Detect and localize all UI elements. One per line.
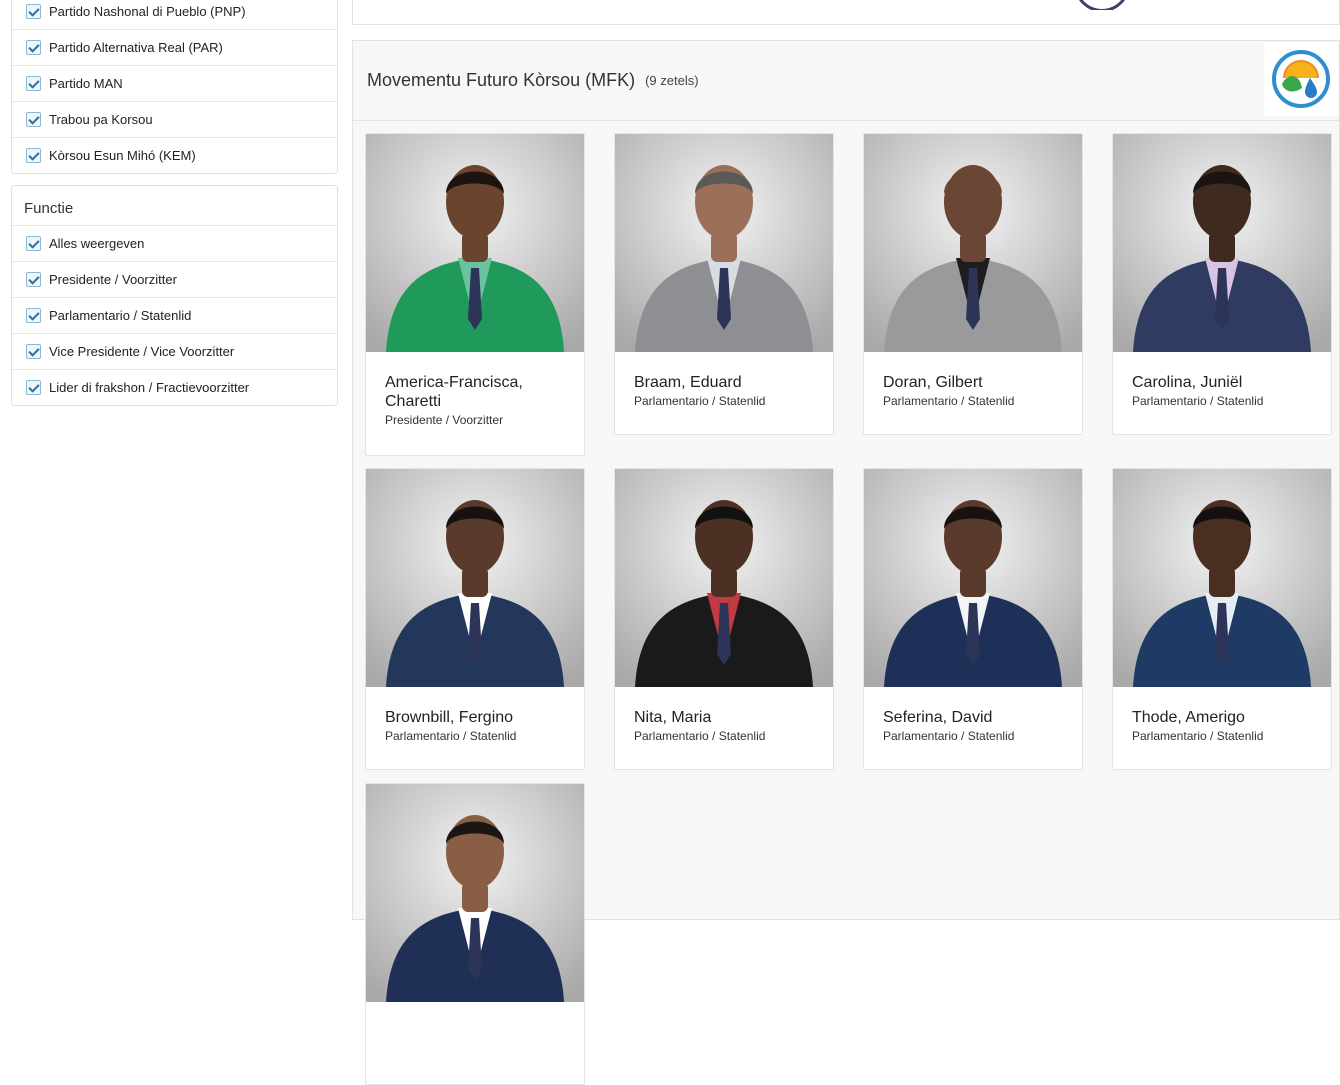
member-role: Parlamentario / Statenlid (1132, 394, 1264, 408)
filter-label: Alles weergeven (49, 236, 145, 251)
filter-label: Trabou pa Korsou (49, 112, 153, 127)
filter-sidebar: Partido Nashonal di Pueblo (PNP) Partido … (11, 0, 338, 406)
filter-label: Partido MAN (49, 76, 123, 91)
functie-heading: Functie (24, 200, 74, 217)
filter-label: Vice Presidente / Vice Voorzitter (49, 344, 235, 359)
member-card[interactable] (365, 783, 585, 1085)
functie-filter-item[interactable]: Lider di frakshon / Fractievoorzitter (12, 369, 337, 405)
member-name: Nita, Maria (634, 709, 712, 726)
party-filter-panel: Partido Nashonal di Pueblo (PNP) Partido … (11, 0, 338, 174)
checkbox-checked-icon[interactable] (26, 344, 41, 359)
member-photo (615, 469, 833, 687)
party-filter-item[interactable]: Partido MAN (12, 65, 337, 101)
party-filter-item[interactable]: Partido Nashonal di Pueblo (PNP) (12, 0, 337, 29)
member-role: Parlamentario / Statenlid (1132, 729, 1264, 743)
filter-label: Lider di frakshon / Fractievoorzitter (49, 380, 250, 395)
member-name: Thode, Amerigo (1132, 709, 1245, 726)
checkbox-checked-icon[interactable] (26, 308, 41, 323)
member-photo (1113, 134, 1331, 352)
member-photo (864, 469, 1082, 687)
functie-filter-item[interactable]: Vice Presidente / Vice Voorzitter (12, 333, 337, 369)
member-card[interactable]: Nita, Maria Parlamentario / Statenlid (614, 468, 834, 770)
mfk-logo-icon (1264, 42, 1338, 116)
functie-filter-item[interactable]: Parlamentario / Statenlid (12, 297, 337, 333)
member-role: Presidente / Voorzitter (385, 413, 504, 427)
member-name: Brownbill, Fergino (385, 709, 514, 726)
member-name: Carolina, Juniël (1132, 374, 1243, 391)
member-role: Parlamentario / Statenlid (634, 729, 766, 743)
checkbox-checked-icon[interactable] (26, 380, 41, 395)
checkbox-checked-icon[interactable] (26, 148, 41, 163)
member-role: Parlamentario / Statenlid (634, 394, 766, 408)
member-card[interactable]: America-Francisca, Charetti Presidente /… (365, 133, 585, 456)
member-name: Braam, Eduard (634, 374, 742, 391)
member-name: Seferina, David (883, 709, 993, 726)
member-photo (615, 134, 833, 352)
checkbox-checked-icon[interactable] (26, 272, 41, 287)
member-name: Doran, Gilbert (883, 374, 983, 391)
member-photo (366, 784, 584, 1002)
filter-label: Parlamentario / Statenlid (49, 308, 192, 323)
member-role: Parlamentario / Statenlid (883, 729, 1015, 743)
party-filter-item[interactable]: Kòrsou Esun Mihó (KEM) (12, 137, 337, 173)
party-header: Movementu Futuro Kòrsou (MFK) (9 zetels) (353, 41, 1339, 121)
party-filter-item[interactable]: Partido Alternativa Real (PAR) (12, 29, 337, 65)
checkbox-checked-icon[interactable] (26, 3, 41, 19)
members-main: Movementu Futuro Kòrsou (MFK) (9 zetels) (352, 0, 1340, 1085)
filter-label: Kòrsou Esun Mihó (KEM) (49, 148, 196, 163)
member-photo (366, 134, 584, 352)
checkbox-checked-icon[interactable] (26, 76, 41, 91)
member-card[interactable]: Carolina, Juniël Parlamentario / Statenl… (1112, 133, 1332, 435)
party-filter-item[interactable]: Trabou pa Korsou (12, 101, 337, 137)
filter-label: Presidente / Voorzitter (49, 272, 177, 287)
checkbox-checked-icon[interactable] (26, 236, 41, 251)
member-card[interactable]: Thode, Amerigo Parlamentario / Statenlid (1112, 468, 1332, 770)
functie-filter-panel: Functie Alles weergeven Presidente / Voor… (11, 185, 338, 406)
functie-filter-item[interactable]: Presidente / Voorzitter (12, 261, 337, 297)
party-title: Movementu Futuro Kòrsou (MFK) (367, 70, 636, 90)
member-card[interactable]: Doran, Gilbert Parlamentario / Statenlid (863, 133, 1083, 435)
party-logo-icon (1071, 0, 1127, 10)
member-photo (864, 134, 1082, 352)
filter-label: Partido Alternativa Real (PAR) (49, 40, 223, 55)
filter-label: Partido Nashonal di Pueblo (PNP) (49, 3, 246, 19)
member-role: Parlamentario / Statenlid (385, 729, 517, 743)
member-card[interactable]: Seferina, David Parlamentario / Statenli… (863, 468, 1083, 770)
member-card[interactable]: Braam, Eduard Parlamentario / Statenlid (614, 133, 834, 435)
checkbox-checked-icon[interactable] (26, 40, 41, 55)
member-name: America-Francisca, Charetti (385, 374, 523, 410)
functie-filter-item[interactable]: Alles weergeven (12, 225, 337, 261)
member-photo (366, 469, 584, 687)
party-card-mfk: Movementu Futuro Kòrsou (MFK) (9 zetels) (352, 40, 1340, 1085)
member-role: Parlamentario / Statenlid (883, 394, 1015, 408)
member-photo (1113, 469, 1331, 687)
party-seat-count: (9 zetels) (645, 73, 699, 88)
checkbox-checked-icon[interactable] (26, 112, 41, 127)
member-card[interactable]: Brownbill, Fergino Parlamentario / State… (365, 468, 585, 770)
previous-party-card (352, 0, 1340, 25)
